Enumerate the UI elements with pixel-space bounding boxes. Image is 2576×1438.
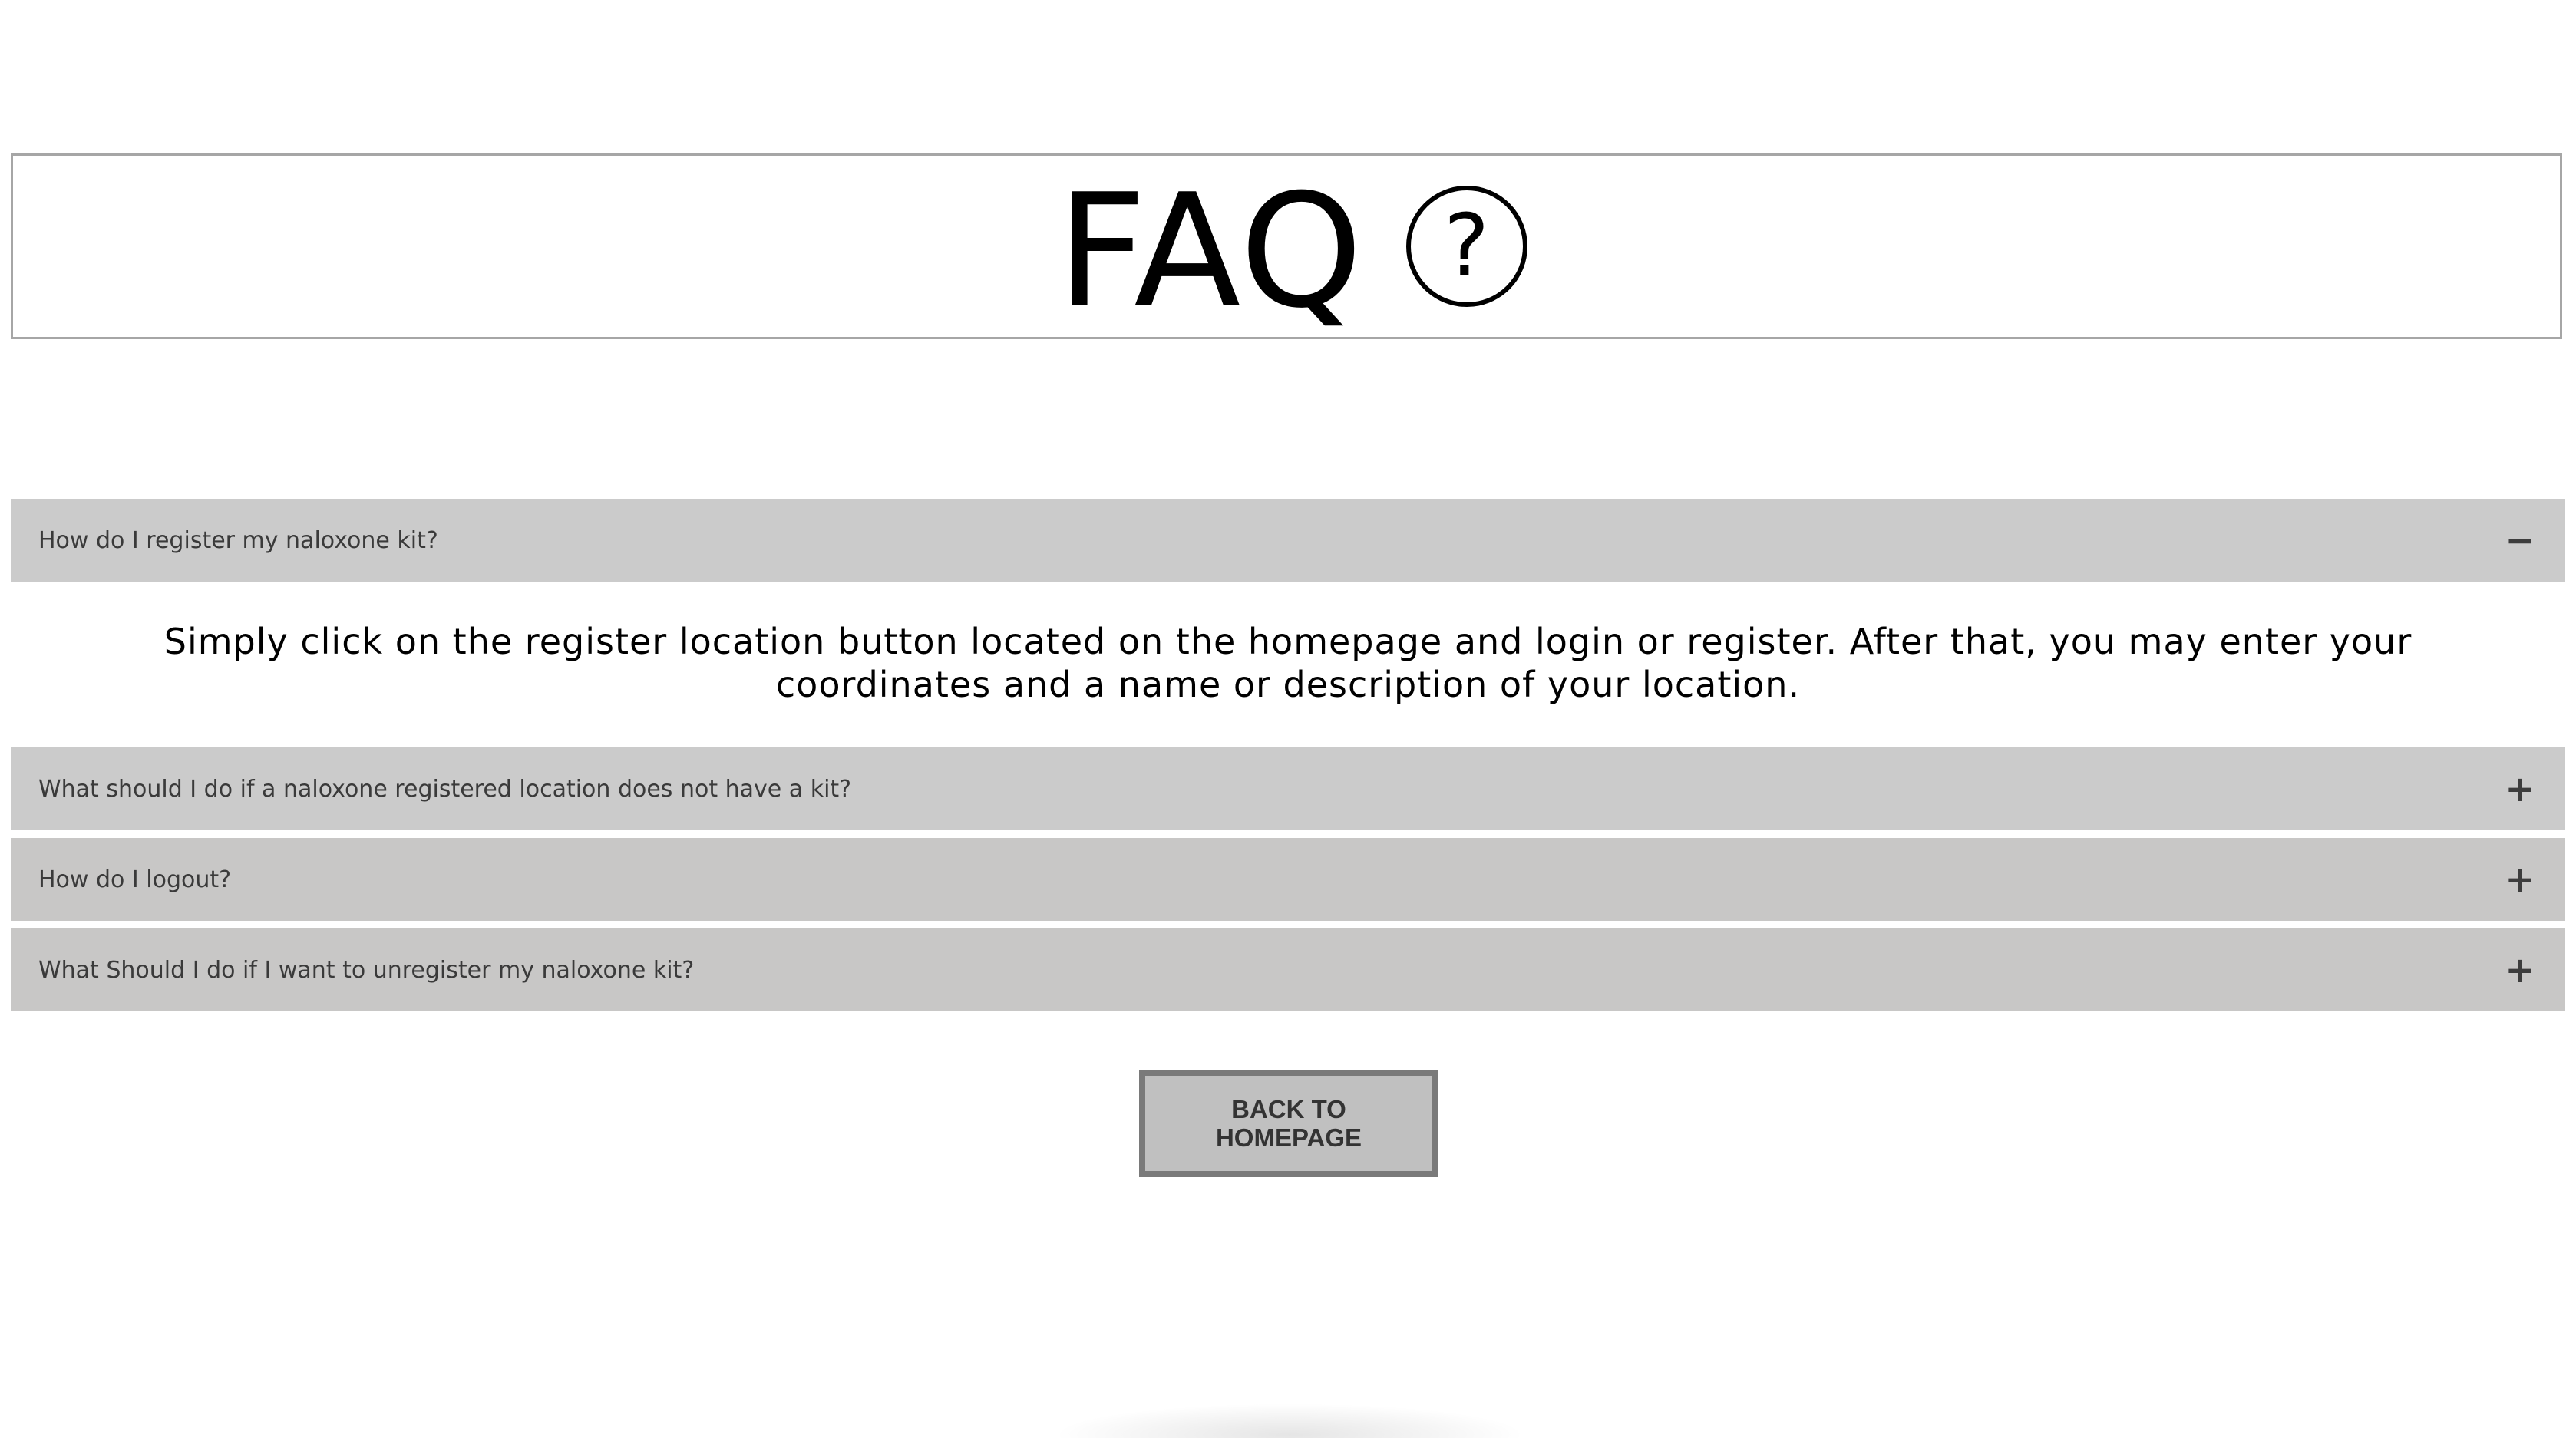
divider	[11, 830, 2565, 838]
page-title: FAQ	[1056, 161, 1365, 343]
plus-icon[interactable]: +	[2505, 771, 2535, 806]
faq-header: FAQ ?	[11, 153, 2562, 339]
divider	[11, 921, 2565, 928]
faq-question-register[interactable]: How do I register my naloxone kit? −	[11, 499, 2565, 582]
faq-question-label: What Should I do if I want to unregister…	[38, 956, 695, 984]
faq-header-inner: FAQ ?	[1056, 168, 1527, 331]
faq-item-register: How do I register my naloxone kit? − Sim…	[11, 499, 2565, 747]
faq-question-unregister[interactable]: What Should I do if I want to unregister…	[11, 928, 2565, 1011]
question-circle-icon: ?	[1405, 186, 1527, 307]
plus-icon[interactable]: +	[2505, 952, 2535, 988]
faq-item-unregister: What Should I do if I want to unregister…	[11, 928, 2565, 1011]
bottom-shadow	[1059, 1404, 1520, 1438]
faq-question-no-kit[interactable]: What should I do if a naloxone registere…	[11, 747, 2565, 830]
minus-icon[interactable]: −	[2505, 523, 2535, 558]
faq-item-logout: How do I logout? +	[11, 838, 2565, 921]
back-button-label-line1: BACK TO	[1231, 1095, 1346, 1123]
faq-question-logout[interactable]: How do I logout? +	[11, 838, 2565, 921]
back-button-label-line2: HOMEPAGE	[1215, 1123, 1362, 1152]
faq-page: FAQ ? How do I register my naloxone kit?…	[0, 0, 2576, 1438]
faq-accordion: How do I register my naloxone kit? − Sim…	[11, 499, 2565, 1011]
faq-question-label: How do I register my naloxone kit?	[38, 526, 438, 554]
faq-item-no-kit: What should I do if a naloxone registere…	[11, 747, 2565, 830]
faq-answer-register: Simply click on the register location bu…	[163, 621, 2413, 705]
back-to-homepage-button[interactable]: BACK TO HOMEPAGE	[1139, 1070, 1438, 1177]
faq-question-label: What should I do if a naloxone registere…	[38, 775, 852, 803]
plus-icon[interactable]: +	[2505, 862, 2535, 897]
back-button-label: BACK TO HOMEPAGE	[1216, 1095, 1362, 1152]
faq-question-label: How do I logout?	[38, 866, 232, 893]
